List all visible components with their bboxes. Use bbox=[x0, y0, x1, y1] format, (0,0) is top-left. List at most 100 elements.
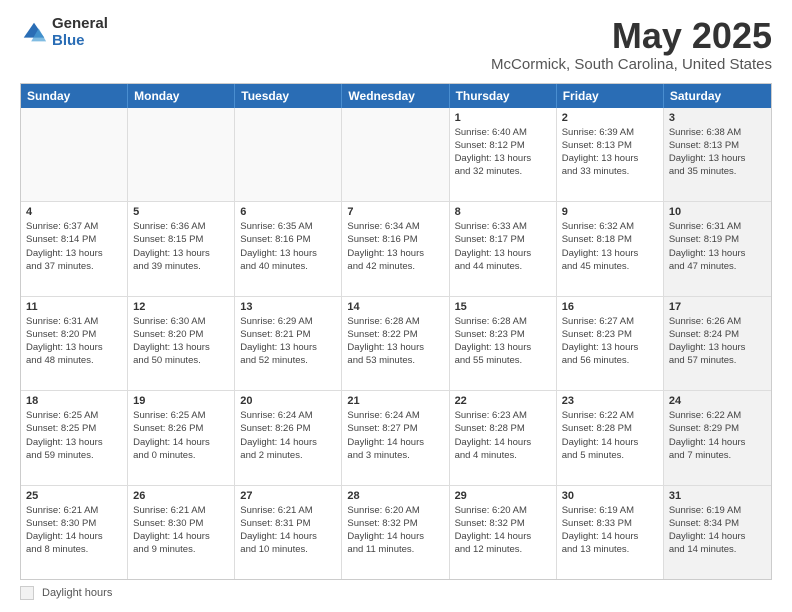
day-number: 10 bbox=[669, 206, 766, 218]
logo-icon bbox=[20, 19, 48, 47]
legend-box bbox=[20, 586, 34, 600]
day-number: 15 bbox=[455, 301, 551, 313]
day-number: 27 bbox=[240, 490, 336, 502]
day-number: 12 bbox=[133, 301, 229, 313]
day-number: 31 bbox=[669, 490, 766, 502]
day-number: 9 bbox=[562, 206, 658, 218]
day-info: Sunrise: 6:31 AM Sunset: 8:20 PM Dayligh… bbox=[26, 315, 122, 368]
day-info: Sunrise: 6:25 AM Sunset: 8:26 PM Dayligh… bbox=[133, 409, 229, 462]
day-info: Sunrise: 6:21 AM Sunset: 8:30 PM Dayligh… bbox=[26, 504, 122, 557]
day-info: Sunrise: 6:29 AM Sunset: 8:21 PM Dayligh… bbox=[240, 315, 336, 368]
calendar-cell: 16 Sunrise: 6:27 AM Sunset: 8:23 PM Dayli… bbox=[557, 297, 664, 390]
day-info: Sunrise: 6:21 AM Sunset: 8:31 PM Dayligh… bbox=[240, 504, 336, 557]
day-number: 22 bbox=[455, 395, 551, 407]
day-number: 1 bbox=[455, 112, 551, 124]
day-number: 24 bbox=[669, 395, 766, 407]
day-number: 20 bbox=[240, 395, 336, 407]
calendar-cell bbox=[21, 108, 128, 201]
day-number: 4 bbox=[26, 206, 122, 218]
day-info: Sunrise: 6:34 AM Sunset: 8:16 PM Dayligh… bbox=[347, 220, 443, 273]
calendar-cell: 18 Sunrise: 6:25 AM Sunset: 8:25 PM Dayli… bbox=[21, 391, 128, 484]
calendar-cell: 3 Sunrise: 6:38 AM Sunset: 8:13 PM Daylig… bbox=[664, 108, 771, 201]
calendar-header-cell: Saturday bbox=[664, 84, 771, 108]
calendar-header-cell: Thursday bbox=[450, 84, 557, 108]
day-number: 29 bbox=[455, 490, 551, 502]
calendar-cell: 30Sunrise: 6:19 AM Sunset: 8:33 PM Dayli… bbox=[557, 486, 664, 579]
day-number: 28 bbox=[347, 490, 443, 502]
calendar-cell bbox=[128, 108, 235, 201]
calendar-header: SundayMondayTuesdayWednesdayThursdayFrid… bbox=[21, 84, 771, 108]
day-info: Sunrise: 6:19 AM Sunset: 8:34 PM Dayligh… bbox=[669, 504, 766, 557]
day-number: 26 bbox=[133, 490, 229, 502]
day-info: Sunrise: 6:21 AM Sunset: 8:30 PM Dayligh… bbox=[133, 504, 229, 557]
calendar-cell: 5 Sunrise: 6:36 AM Sunset: 8:15 PM Daylig… bbox=[128, 202, 235, 295]
calendar-cell: 8 Sunrise: 6:33 AM Sunset: 8:17 PM Daylig… bbox=[450, 202, 557, 295]
header: General Blue May 2025 McCormick, South C… bbox=[20, 16, 772, 73]
day-info: Sunrise: 6:25 AM Sunset: 8:25 PM Dayligh… bbox=[26, 409, 122, 462]
day-number: 18 bbox=[26, 395, 122, 407]
day-info: Sunrise: 6:24 AM Sunset: 8:27 PM Dayligh… bbox=[347, 409, 443, 462]
day-info: Sunrise: 6:19 AM Sunset: 8:33 PM Dayligh… bbox=[562, 504, 658, 557]
day-number: 3 bbox=[669, 112, 766, 124]
day-info: Sunrise: 6:39 AM Sunset: 8:13 PM Dayligh… bbox=[562, 126, 658, 179]
day-info: Sunrise: 6:22 AM Sunset: 8:28 PM Dayligh… bbox=[562, 409, 658, 462]
calendar-cell: 31 Sunrise: 6:19 AM Sunset: 8:34 PM Dayli… bbox=[664, 486, 771, 579]
day-info: Sunrise: 6:28 AM Sunset: 8:23 PM Dayligh… bbox=[455, 315, 551, 368]
day-info: Sunrise: 6:36 AM Sunset: 8:15 PM Dayligh… bbox=[133, 220, 229, 273]
calendar-header-cell: Wednesday bbox=[342, 84, 449, 108]
calendar-cell: 19 Sunrise: 6:25 AM Sunset: 8:26 PM Dayli… bbox=[128, 391, 235, 484]
logo-blue-text: Blue bbox=[52, 33, 108, 50]
calendar-cell: 10 Sunrise: 6:31 AM Sunset: 8:19 PM Dayli… bbox=[664, 202, 771, 295]
calendar-row: 25Sunrise: 6:21 AM Sunset: 8:30 PM Dayli… bbox=[21, 486, 771, 579]
logo-text: General Blue bbox=[52, 16, 108, 49]
calendar-cell: 24Sunrise: 6:22 AM Sunset: 8:29 PM Dayli… bbox=[664, 391, 771, 484]
calendar-cell: 25Sunrise: 6:21 AM Sunset: 8:30 PM Dayli… bbox=[21, 486, 128, 579]
calendar-cell: 26 Sunrise: 6:21 AM Sunset: 8:30 PM Dayli… bbox=[128, 486, 235, 579]
day-info: Sunrise: 6:20 AM Sunset: 8:32 PM Dayligh… bbox=[455, 504, 551, 557]
calendar-cell: 29 Sunrise: 6:20 AM Sunset: 8:32 PM Dayli… bbox=[450, 486, 557, 579]
day-info: Sunrise: 6:33 AM Sunset: 8:17 PM Dayligh… bbox=[455, 220, 551, 273]
calendar-cell: 20Sunrise: 6:24 AM Sunset: 8:26 PM Dayli… bbox=[235, 391, 342, 484]
calendar: SundayMondayTuesdayWednesdayThursdayFrid… bbox=[20, 83, 772, 580]
day-info: Sunrise: 6:31 AM Sunset: 8:19 PM Dayligh… bbox=[669, 220, 766, 273]
calendar-cell bbox=[342, 108, 449, 201]
calendar-cell: 27 Sunrise: 6:21 AM Sunset: 8:31 PM Dayli… bbox=[235, 486, 342, 579]
logo-general-text: General bbox=[52, 16, 108, 33]
day-info: Sunrise: 6:20 AM Sunset: 8:32 PM Dayligh… bbox=[347, 504, 443, 557]
day-number: 6 bbox=[240, 206, 336, 218]
day-number: 16 bbox=[562, 301, 658, 313]
day-number: 17 bbox=[669, 301, 766, 313]
day-info: Sunrise: 6:28 AM Sunset: 8:22 PM Dayligh… bbox=[347, 315, 443, 368]
calendar-cell: 23 Sunrise: 6:22 AM Sunset: 8:28 PM Dayli… bbox=[557, 391, 664, 484]
calendar-cell: 21Sunrise: 6:24 AM Sunset: 8:27 PM Dayli… bbox=[342, 391, 449, 484]
day-info: Sunrise: 6:23 AM Sunset: 8:28 PM Dayligh… bbox=[455, 409, 551, 462]
calendar-cell: 22 Sunrise: 6:23 AM Sunset: 8:28 PM Dayli… bbox=[450, 391, 557, 484]
calendar-cell: 9Sunrise: 6:32 AM Sunset: 8:18 PM Daylig… bbox=[557, 202, 664, 295]
day-number: 19 bbox=[133, 395, 229, 407]
calendar-cell: 12 Sunrise: 6:30 AM Sunset: 8:20 PM Dayli… bbox=[128, 297, 235, 390]
subtitle: McCormick, South Carolina, United States bbox=[491, 56, 772, 73]
day-info: Sunrise: 6:27 AM Sunset: 8:23 PM Dayligh… bbox=[562, 315, 658, 368]
title-block: May 2025 McCormick, South Carolina, Unit… bbox=[491, 16, 772, 73]
day-info: Sunrise: 6:30 AM Sunset: 8:20 PM Dayligh… bbox=[133, 315, 229, 368]
logo: General Blue bbox=[20, 16, 108, 49]
day-number: 14 bbox=[347, 301, 443, 313]
calendar-body: 1Sunrise: 6:40 AM Sunset: 8:12 PM Daylig… bbox=[21, 108, 771, 579]
calendar-row: 11Sunrise: 6:31 AM Sunset: 8:20 PM Dayli… bbox=[21, 297, 771, 391]
day-info: Sunrise: 6:26 AM Sunset: 8:24 PM Dayligh… bbox=[669, 315, 766, 368]
legend: Daylight hours bbox=[20, 586, 772, 600]
calendar-cell: 13Sunrise: 6:29 AM Sunset: 8:21 PM Dayli… bbox=[235, 297, 342, 390]
calendar-cell: 7Sunrise: 6:34 AM Sunset: 8:16 PM Daylig… bbox=[342, 202, 449, 295]
day-number: 8 bbox=[455, 206, 551, 218]
day-number: 2 bbox=[562, 112, 658, 124]
calendar-header-cell: Friday bbox=[557, 84, 664, 108]
day-number: 5 bbox=[133, 206, 229, 218]
day-number: 23 bbox=[562, 395, 658, 407]
calendar-cell bbox=[235, 108, 342, 201]
day-info: Sunrise: 6:38 AM Sunset: 8:13 PM Dayligh… bbox=[669, 126, 766, 179]
calendar-cell: 28 Sunrise: 6:20 AM Sunset: 8:32 PM Dayli… bbox=[342, 486, 449, 579]
calendar-cell: 4Sunrise: 6:37 AM Sunset: 8:14 PM Daylig… bbox=[21, 202, 128, 295]
calendar-row: 1Sunrise: 6:40 AM Sunset: 8:12 PM Daylig… bbox=[21, 108, 771, 202]
calendar-cell: 11Sunrise: 6:31 AM Sunset: 8:20 PM Dayli… bbox=[21, 297, 128, 390]
page: General Blue May 2025 McCormick, South C… bbox=[0, 0, 792, 612]
